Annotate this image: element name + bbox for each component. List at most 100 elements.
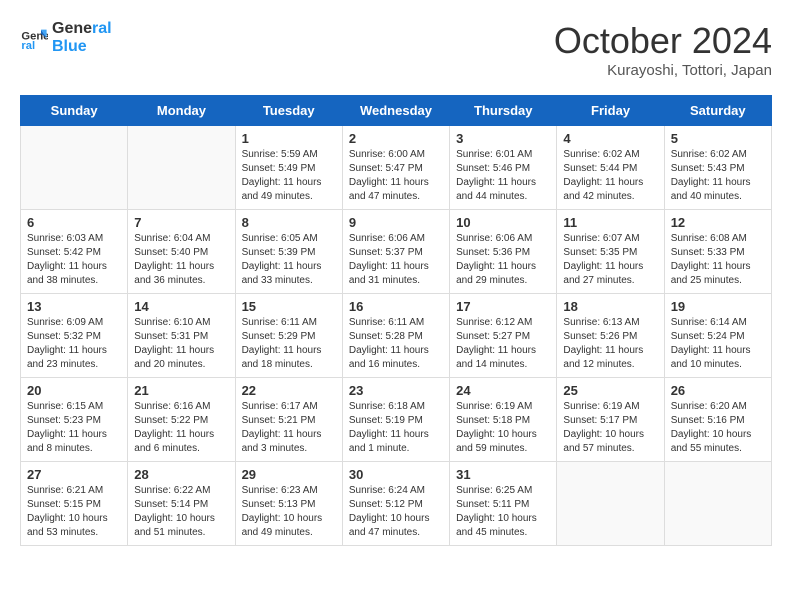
calendar-week-2: 6 Sunrise: 6:03 AM Sunset: 5:42 PM Daylig… <box>21 210 772 294</box>
calendar-cell: 27 Sunrise: 6:21 AM Sunset: 5:15 PM Dayli… <box>21 462 128 546</box>
calendar-cell: 18 Sunrise: 6:13 AM Sunset: 5:26 PM Dayli… <box>557 294 664 378</box>
day-info: Sunrise: 6:13 AM Sunset: 5:26 PM Dayligh… <box>563 316 657 372</box>
weekday-header-sunday: Sunday <box>21 96 128 126</box>
calendar-cell <box>664 462 771 546</box>
calendar-cell: 20 Sunrise: 6:15 AM Sunset: 5:23 PM Dayli… <box>21 378 128 462</box>
calendar-cell: 29 Sunrise: 6:23 AM Sunset: 5:13 PM Dayli… <box>235 462 342 546</box>
day-number: 1 <box>242 131 336 146</box>
day-info: Sunrise: 6:20 AM Sunset: 5:16 PM Dayligh… <box>671 400 765 456</box>
page-header: Gene ral General Blue October 2024 Kuray… <box>20 20 772 79</box>
day-number: 28 <box>134 467 228 482</box>
calendar-cell: 26 Sunrise: 6:20 AM Sunset: 5:16 PM Dayli… <box>664 378 771 462</box>
calendar-cell: 23Sunrise: 6:18 AM Sunset: 5:19 PM Dayli… <box>342 378 449 462</box>
day-number: 19 <box>671 299 765 314</box>
day-number: 3 <box>456 131 550 146</box>
day-info: Sunrise: 6:19 AM Sunset: 5:17 PM Dayligh… <box>563 400 657 456</box>
day-info: Sunrise: 6:23 AM Sunset: 5:13 PM Dayligh… <box>242 484 336 540</box>
day-info: Sunrise: 6:21 AM Sunset: 5:15 PM Dayligh… <box>27 484 121 540</box>
title-block: October 2024 Kurayoshi, Tottori, Japan <box>554 20 772 79</box>
day-info: Sunrise: 5:59 AM Sunset: 5:49 PM Dayligh… <box>242 148 336 204</box>
calendar-cell: 17 Sunrise: 6:12 AM Sunset: 5:27 PM Dayli… <box>450 294 557 378</box>
day-info: Sunrise: 6:06 AM Sunset: 5:36 PM Dayligh… <box>456 232 550 288</box>
day-number: 10 <box>456 215 550 230</box>
calendar-cell: 2 Sunrise: 6:00 AM Sunset: 5:47 PM Daylig… <box>342 126 449 210</box>
calendar-cell: 14 Sunrise: 6:10 AM Sunset: 5:31 PM Dayli… <box>128 294 235 378</box>
day-info: Sunrise: 6:15 AM Sunset: 5:23 PM Dayligh… <box>27 400 121 456</box>
logo-text-line2: Blue <box>52 38 112 56</box>
day-info: Sunrise: 6:03 AM Sunset: 5:42 PM Dayligh… <box>27 232 121 288</box>
day-info: Sunrise: 6:02 AM Sunset: 5:43 PM Dayligh… <box>671 148 765 204</box>
calendar-cell: 24Sunrise: 6:19 AM Sunset: 5:18 PM Dayli… <box>450 378 557 462</box>
day-number: 15 <box>242 299 336 314</box>
day-number: 4 <box>563 131 657 146</box>
calendar-cell: 15 Sunrise: 6:11 AM Sunset: 5:29 PM Dayli… <box>235 294 342 378</box>
day-info: Sunrise: 6:16 AM Sunset: 5:22 PM Dayligh… <box>134 400 228 456</box>
calendar-cell: 19 Sunrise: 6:14 AM Sunset: 5:24 PM Dayli… <box>664 294 771 378</box>
calendar-cell <box>128 126 235 210</box>
day-info: Sunrise: 6:25 AM Sunset: 5:11 PM Dayligh… <box>456 484 550 540</box>
day-number: 23 <box>349 383 443 398</box>
day-number: 21 <box>134 383 228 398</box>
calendar-cell: 11 Sunrise: 6:07 AM Sunset: 5:35 PM Dayli… <box>557 210 664 294</box>
day-info: Sunrise: 6:01 AM Sunset: 5:46 PM Dayligh… <box>456 148 550 204</box>
calendar-cell: 16Sunrise: 6:11 AM Sunset: 5:28 PM Dayli… <box>342 294 449 378</box>
calendar-cell: 9 Sunrise: 6:06 AM Sunset: 5:37 PM Daylig… <box>342 210 449 294</box>
day-info: Sunrise: 6:19 AM Sunset: 5:18 PM Dayligh… <box>456 400 550 456</box>
day-number: 27 <box>27 467 121 482</box>
calendar-week-1: 1 Sunrise: 5:59 AM Sunset: 5:49 PM Daylig… <box>21 126 772 210</box>
day-number: 14 <box>134 299 228 314</box>
day-number: 5 <box>671 131 765 146</box>
calendar-cell: 13Sunrise: 6:09 AM Sunset: 5:32 PM Dayli… <box>21 294 128 378</box>
weekday-header-saturday: Saturday <box>664 96 771 126</box>
day-number: 8 <box>242 215 336 230</box>
day-number: 9 <box>349 215 443 230</box>
calendar-cell: 31Sunrise: 6:25 AM Sunset: 5:11 PM Dayli… <box>450 462 557 546</box>
day-info: Sunrise: 6:07 AM Sunset: 5:35 PM Dayligh… <box>563 232 657 288</box>
day-number: 13 <box>27 299 121 314</box>
day-number: 6 <box>27 215 121 230</box>
logo-icon: Gene ral <box>20 24 48 52</box>
calendar-cell: 10 Sunrise: 6:06 AM Sunset: 5:36 PM Dayli… <box>450 210 557 294</box>
day-info: Sunrise: 6:02 AM Sunset: 5:44 PM Dayligh… <box>563 148 657 204</box>
calendar-header-row: SundayMondayTuesdayWednesdayThursdayFrid… <box>21 96 772 126</box>
day-number: 22 <box>242 383 336 398</box>
day-number: 11 <box>563 215 657 230</box>
logo: Gene ral General Blue <box>20 20 112 55</box>
calendar-week-3: 13Sunrise: 6:09 AM Sunset: 5:32 PM Dayli… <box>21 294 772 378</box>
day-info: Sunrise: 6:08 AM Sunset: 5:33 PM Dayligh… <box>671 232 765 288</box>
day-number: 20 <box>27 383 121 398</box>
day-number: 2 <box>349 131 443 146</box>
day-number: 17 <box>456 299 550 314</box>
day-number: 12 <box>671 215 765 230</box>
calendar-table: SundayMondayTuesdayWednesdayThursdayFrid… <box>20 95 772 546</box>
day-number: 29 <box>242 467 336 482</box>
day-number: 26 <box>671 383 765 398</box>
calendar-cell: 4 Sunrise: 6:02 AM Sunset: 5:44 PM Daylig… <box>557 126 664 210</box>
month-title: October 2024 <box>554 20 772 62</box>
weekday-header-monday: Monday <box>128 96 235 126</box>
calendar-cell: 6 Sunrise: 6:03 AM Sunset: 5:42 PM Daylig… <box>21 210 128 294</box>
day-number: 25 <box>563 383 657 398</box>
day-number: 18 <box>563 299 657 314</box>
day-info: Sunrise: 6:14 AM Sunset: 5:24 PM Dayligh… <box>671 316 765 372</box>
calendar-cell: 1 Sunrise: 5:59 AM Sunset: 5:49 PM Daylig… <box>235 126 342 210</box>
calendar-cell <box>557 462 664 546</box>
day-info: Sunrise: 6:17 AM Sunset: 5:21 PM Dayligh… <box>242 400 336 456</box>
day-info: Sunrise: 6:11 AM Sunset: 5:29 PM Dayligh… <box>242 316 336 372</box>
day-info: Sunrise: 6:06 AM Sunset: 5:37 PM Dayligh… <box>349 232 443 288</box>
day-info: Sunrise: 6:10 AM Sunset: 5:31 PM Dayligh… <box>134 316 228 372</box>
calendar-cell: 22 Sunrise: 6:17 AM Sunset: 5:21 PM Dayli… <box>235 378 342 462</box>
day-number: 16 <box>349 299 443 314</box>
calendar-week-5: 27 Sunrise: 6:21 AM Sunset: 5:15 PM Dayli… <box>21 462 772 546</box>
day-info: Sunrise: 6:12 AM Sunset: 5:27 PM Dayligh… <box>456 316 550 372</box>
day-info: Sunrise: 6:05 AM Sunset: 5:39 PM Dayligh… <box>242 232 336 288</box>
weekday-header-friday: Friday <box>557 96 664 126</box>
calendar-cell: 30Sunrise: 6:24 AM Sunset: 5:12 PM Dayli… <box>342 462 449 546</box>
location-subtitle: Kurayoshi, Tottori, Japan <box>554 62 772 79</box>
calendar-cell: 28Sunrise: 6:22 AM Sunset: 5:14 PM Dayli… <box>128 462 235 546</box>
day-number: 7 <box>134 215 228 230</box>
logo-text-line1: General <box>52 20 112 38</box>
weekday-header-thursday: Thursday <box>450 96 557 126</box>
day-info: Sunrise: 6:00 AM Sunset: 5:47 PM Dayligh… <box>349 148 443 204</box>
weekday-header-wednesday: Wednesday <box>342 96 449 126</box>
